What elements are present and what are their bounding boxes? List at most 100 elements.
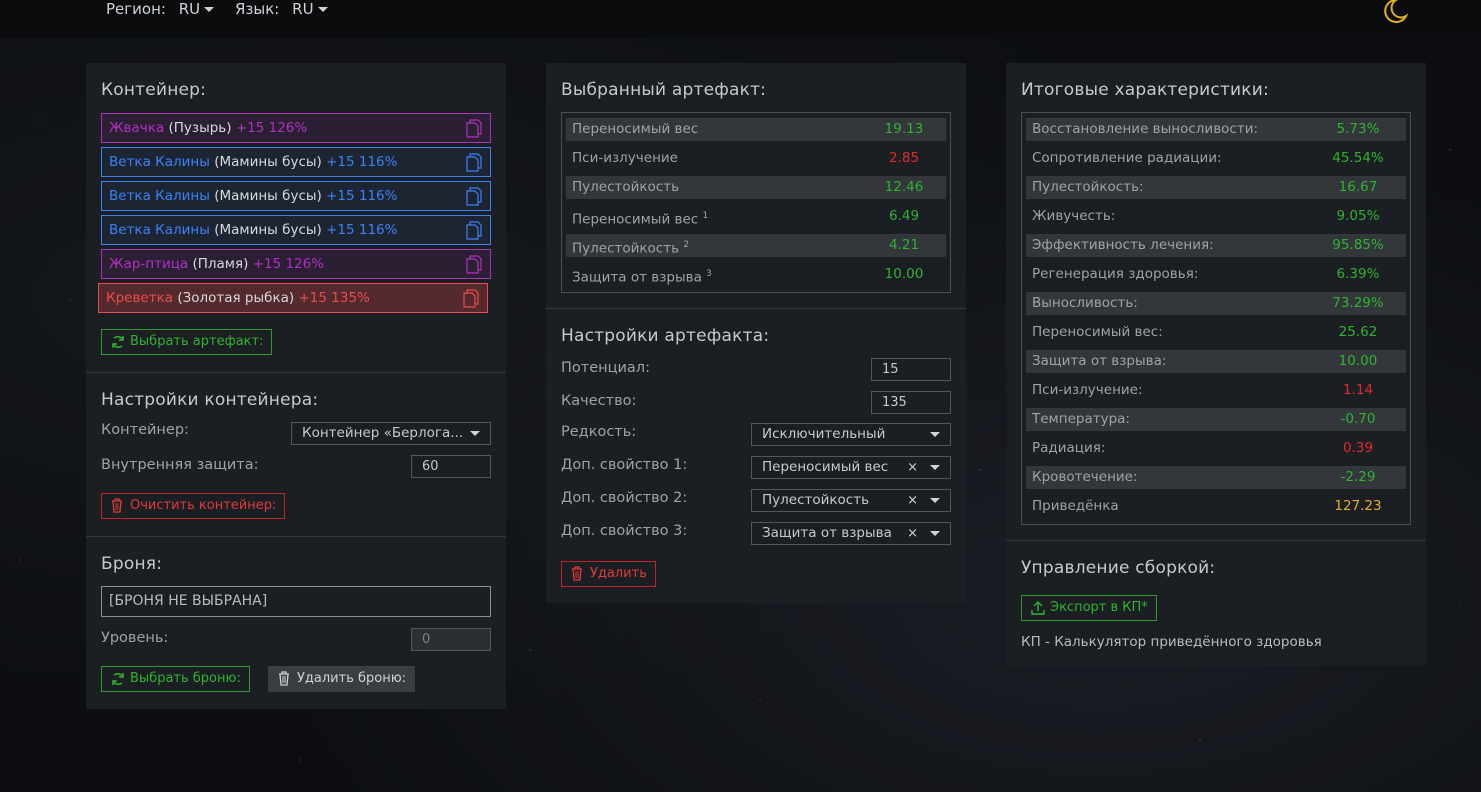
artifact-base: (Пузырь) — [168, 120, 232, 136]
quality-label: Качество: — [561, 393, 637, 409]
trash-icon — [572, 566, 582, 581]
choose-artifact-label: Выбрать артефакт: — [130, 334, 264, 349]
refresh-icon — [112, 673, 124, 685]
clear-icon[interactable]: × — [907, 457, 918, 478]
copy-icon[interactable] — [463, 289, 479, 308]
clear-icon[interactable]: × — [907, 490, 918, 511]
artifact-slot[interactable]: Жвачка (Пузырь) +15 126% — [101, 113, 491, 143]
armor-selected-field[interactable]: [БРОНЯ НЕ ВЫБРАНА] — [101, 586, 491, 617]
prop2-select[interactable]: Пулестойкость × — [751, 489, 951, 512]
middle-panel: Выбранный артефакт: Переносимый вес 19.13… — [546, 63, 966, 603]
artifact-base: (Золотая рыбка) — [177, 290, 295, 306]
internal-protection-input[interactable]: 60 — [411, 455, 491, 478]
total-stat-row: Пулестойкость: 16.67 — [1026, 176, 1406, 199]
divider — [546, 308, 966, 309]
language-label: Язык: — [235, 0, 280, 18]
delete-artifact-button[interactable]: Удалить — [561, 561, 656, 587]
total-stat-name: Защита от взрыва: — [1032, 353, 1167, 369]
clear-container-button[interactable]: Очистить контейнер: — [101, 493, 286, 519]
prop1-select[interactable]: Переносимый вес × — [751, 456, 951, 479]
total-stat-name: Восстановление выносливости: — [1032, 121, 1259, 137]
stat-sup: 3 — [706, 269, 712, 279]
export-button[interactable]: Экспорт в КП* — [1021, 595, 1157, 621]
chevron-down-icon — [930, 498, 940, 503]
artifact-name: Ветка Калины — [109, 222, 210, 238]
copy-icon[interactable] — [466, 255, 482, 274]
total-stat-value: 6.39% — [1336, 266, 1380, 282]
stat-value: 12.46 — [884, 179, 924, 195]
total-stat-value: 73.29% — [1332, 295, 1384, 311]
clear-container-label: Очистить контейнер: — [130, 498, 277, 513]
total-stat-name: Эффективность лечения: — [1032, 237, 1214, 253]
artifact-slot[interactable]: Ветка Калины (Мамины бусы) +15 116% — [101, 147, 491, 177]
totals-table: Восстановление выносливости: 5.73% Сопроти… — [1021, 112, 1411, 525]
total-stat-name: Сопротивление радиации: — [1032, 150, 1222, 166]
total-stat-value: 1.14 — [1342, 382, 1374, 398]
stat-value: 10.00 — [884, 266, 924, 282]
total-stat-row: Переносимый вес: 25.62 — [1026, 321, 1406, 344]
armor-level-label: Уровень: — [101, 630, 169, 646]
copy-icon[interactable] — [466, 119, 482, 138]
stat-name: Пулестойкость — [572, 179, 680, 195]
container-type-label: Контейнер: — [101, 422, 189, 438]
delete-armor-label: Удалить броню: — [297, 671, 407, 686]
moon-icon[interactable] — [1380, 0, 1408, 24]
clear-icon[interactable]: × — [907, 523, 918, 544]
prop3-select[interactable]: Защита от взрыва × — [751, 522, 951, 545]
total-stat-value: 127.23 — [1334, 498, 1382, 514]
total-stat-value: 16.67 — [1338, 179, 1378, 195]
artifact-base: (Мамины бусы) — [214, 154, 322, 170]
total-stat-row: Регенерация здоровья: 6.39% — [1026, 263, 1406, 286]
container-settings-title: Настройки контейнера: — [101, 390, 319, 410]
potential-input[interactable]: 15 — [871, 358, 951, 381]
build-note: КП - Калькулятор приведённого здоровья — [1021, 634, 1322, 650]
delete-armor-button[interactable]: Удалить броню: — [268, 666, 416, 692]
choose-artifact-button[interactable]: Выбрать артефакт: — [101, 329, 273, 355]
chevron-down-icon — [204, 7, 215, 12]
total-stat-name: Пси-излучение: — [1032, 382, 1143, 398]
artifact-stat-row: Пулестойкость 2 4.21 — [566, 234, 946, 257]
top-bar: Регион: RU Язык: RU — [0, 0, 1481, 38]
artifact-slot[interactable]: Ветка Калины (Мамины бусы) +15 116% — [101, 181, 491, 211]
stat-name: Пси-излучение — [572, 150, 678, 166]
stat-name: Переносимый вес 1 — [572, 211, 709, 228]
total-stat-name: Живучесть: — [1032, 208, 1116, 224]
total-stat-value: 25.62 — [1338, 324, 1378, 340]
artifact-name: Ветка Калины — [109, 188, 210, 204]
total-stat-name: Температура: — [1032, 411, 1130, 427]
total-stat-name: Приведёнка — [1032, 498, 1119, 514]
chevron-down-icon — [470, 431, 480, 436]
language-selector[interactable]: Язык: RU — [235, 0, 328, 18]
copy-icon[interactable] — [466, 153, 482, 172]
stat-sup: 1 — [702, 211, 709, 221]
choose-armor-button[interactable]: Выбрать броню: — [101, 666, 250, 692]
artifact-slot[interactable]: Креветка (Золотая рыбка) +15 135% — [98, 283, 488, 313]
total-stat-row: Восстановление выносливости: 5.73% — [1026, 118, 1406, 141]
armor-level-input[interactable]: 0 — [411, 628, 491, 651]
total-stat-name: Переносимый вес: — [1032, 324, 1163, 340]
prop1-value: Переносимый вес — [762, 459, 889, 475]
prop2-label: Доп. свойство 2: — [561, 490, 688, 506]
artifact-bonus: +15 116% — [326, 154, 398, 170]
total-stat-name: Выносливость: — [1032, 295, 1138, 311]
refresh-icon — [112, 336, 124, 348]
total-stat-value: -0.70 — [1340, 411, 1376, 427]
prop3-label: Доп. свойство 3: — [561, 523, 688, 539]
container-type-select[interactable]: Контейнер «Берлога... — [291, 422, 491, 445]
artifact-slot[interactable]: Жар-птица (Пламя) +15 126% — [101, 249, 491, 279]
rarity-select[interactable]: Исключительный — [751, 423, 951, 446]
artifact-slot[interactable]: Ветка Калины (Мамины бусы) +15 116% — [101, 215, 491, 245]
total-stat-value: 95.85% — [1332, 237, 1384, 253]
artifact-name: Ветка Калины — [109, 154, 210, 170]
region-selector[interactable]: Регион: RU — [106, 0, 215, 18]
copy-icon[interactable] — [466, 187, 482, 206]
upload-icon — [1031, 601, 1045, 615]
total-stat-row: Кровотечение: -2.29 — [1026, 466, 1406, 489]
totals-title: Итоговые характеристики: — [1021, 80, 1269, 100]
quality-input[interactable]: 135 — [871, 391, 951, 414]
chevron-down-icon — [930, 531, 940, 536]
copy-icon[interactable] — [466, 221, 482, 240]
artifact-bonus: +15 116% — [326, 188, 398, 204]
artifact-name: Креветка — [106, 290, 174, 306]
prop3-value: Защита от взрыва — [762, 525, 892, 541]
